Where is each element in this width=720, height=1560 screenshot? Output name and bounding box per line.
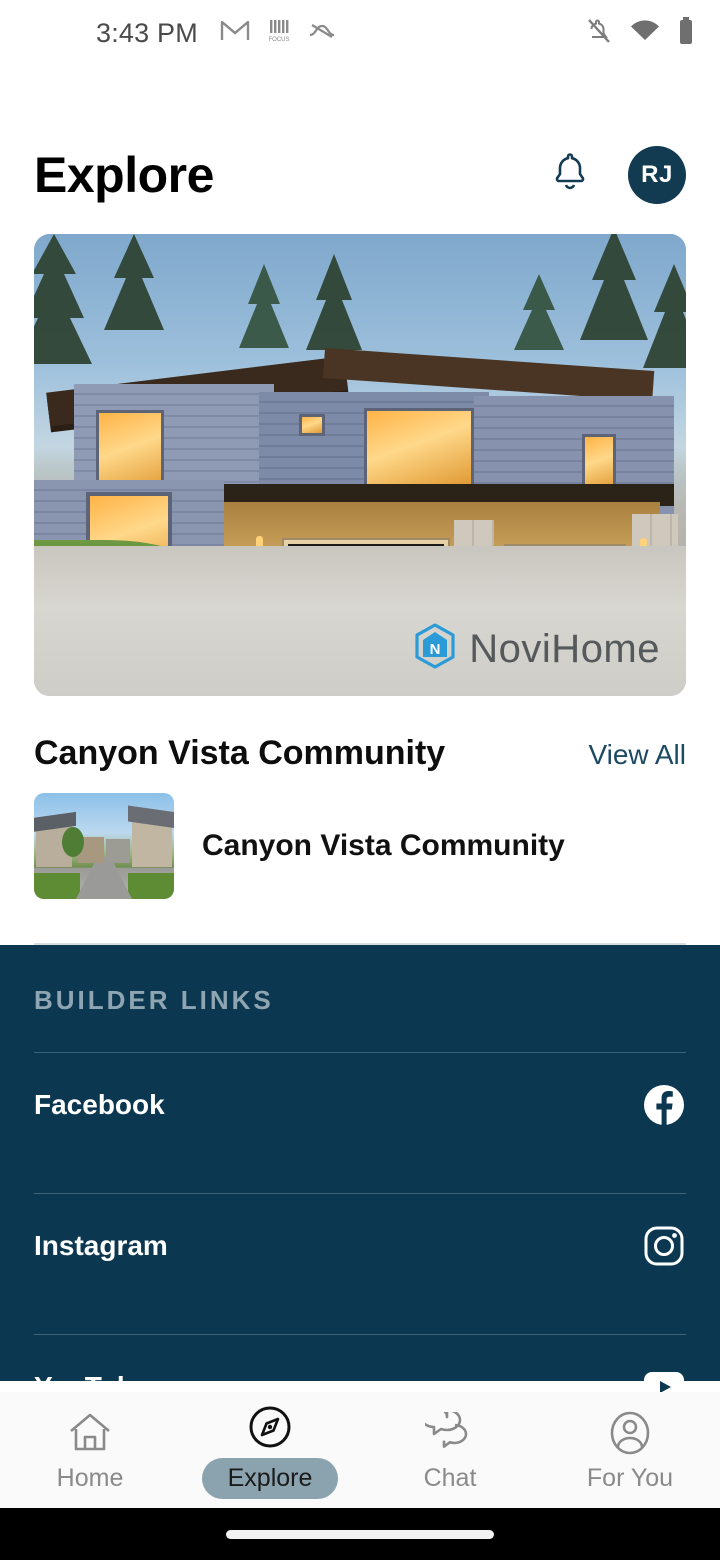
status-bar-right-icons	[586, 16, 694, 50]
builder-link-label: Facebook	[34, 1089, 165, 1120]
thumb-grass-right	[128, 873, 174, 899]
nav-item-chat[interactable]: Chat	[360, 1408, 540, 1493]
builder-link-instagram[interactable]: Instagram	[34, 1194, 686, 1298]
nav-label: Home	[56, 1463, 124, 1492]
squiggle-app-icon	[308, 21, 336, 46]
list-item[interactable]: Canyon Vista Community	[0, 793, 720, 899]
builder-link-facebook[interactable]: Facebook	[34, 1053, 686, 1157]
chat-bubbles-icon	[425, 1408, 475, 1458]
view-all-link[interactable]: View All	[588, 739, 686, 771]
nav-label: Explore	[201, 1457, 339, 1499]
compass-icon	[247, 1402, 293, 1452]
status-bar: 3:43 PM FOCUS	[0, 0, 720, 66]
thumb-road	[76, 857, 132, 899]
thumb-house	[106, 839, 130, 863]
thumb-tree	[62, 827, 84, 857]
home-icon	[67, 1408, 113, 1458]
builder-links-section: BUILDER LINKS Facebook Instagram YouTube	[0, 945, 720, 1476]
hero-image-card[interactable]: N NoviHome	[34, 234, 686, 696]
status-bar-left-icons: FOCUS	[220, 18, 336, 49]
status-bar-time: 3:43 PM	[96, 17, 198, 48]
builder-link-label: Instagram	[34, 1230, 168, 1261]
bottom-navigation: Home Explore Chat For You	[0, 1392, 720, 1508]
avatar[interactable]: RJ	[628, 146, 686, 204]
battery-icon	[678, 16, 694, 50]
instagram-icon[interactable]	[642, 1224, 686, 1268]
facebook-icon[interactable]	[642, 1083, 686, 1127]
section-header: Canyon Vista Community View All	[0, 734, 720, 773]
hero-window	[364, 408, 474, 488]
thumb-grass-left	[34, 873, 80, 899]
nav-item-home[interactable]: Home	[0, 1408, 180, 1493]
avatar-initials: RJ	[641, 161, 673, 188]
nav-label: For You	[586, 1463, 674, 1492]
novihome-watermark: N NoviHome	[413, 623, 660, 676]
home-indicator[interactable]	[226, 1529, 494, 1539]
app-header: Explore RJ	[0, 120, 720, 230]
builder-links-title: BUILDER LINKS	[34, 985, 274, 1015]
watermark-text: NoviHome	[469, 627, 660, 671]
svg-text:N: N	[430, 641, 441, 658]
notifications-muted-icon	[586, 17, 612, 50]
hero-window	[299, 414, 325, 436]
page-title: Explore	[34, 147, 214, 203]
novihome-house-n-logo: N	[413, 623, 457, 676]
notifications-button[interactable]	[548, 152, 592, 198]
list-item-label: Canyon Vista Community	[202, 829, 565, 862]
section-title: Canyon Vista Community	[34, 734, 446, 772]
header-actions: RJ	[548, 146, 686, 204]
bell-icon	[551, 152, 589, 199]
gesture-navigation-area	[0, 1508, 720, 1560]
nav-label: Chat	[423, 1463, 477, 1492]
wifi-icon	[630, 19, 660, 48]
person-circle-icon	[608, 1408, 652, 1458]
hero-card-wrapper: N NoviHome	[0, 234, 720, 696]
nav-item-explore[interactable]: Explore	[180, 1402, 360, 1499]
list-item-thumbnail	[34, 793, 174, 899]
svg-text:FOCUS: FOCUS	[268, 37, 289, 43]
gmail-icon	[220, 19, 250, 48]
nav-item-for-you[interactable]: For You	[540, 1408, 720, 1493]
focus-app-icon: FOCUS	[266, 18, 292, 49]
